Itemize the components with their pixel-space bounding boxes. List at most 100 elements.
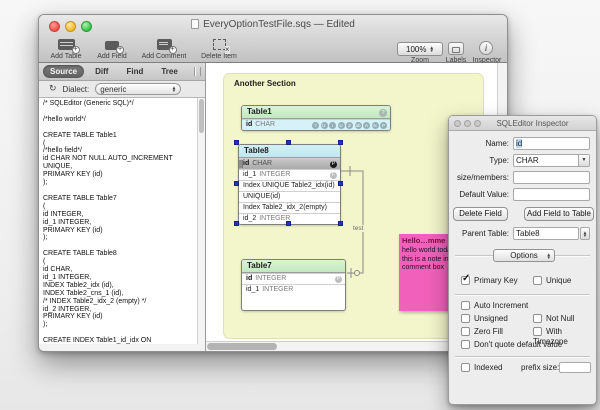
- table8-field-id[interactable]: idCHAR P: [239, 158, 340, 169]
- selection-handle[interactable]: [286, 221, 291, 226]
- checkbox-icon[interactable]: [533, 314, 542, 323]
- default-value-field[interactable]: [513, 188, 590, 201]
- delete-item-button[interactable]: × Delete Item: [195, 37, 243, 63]
- table8-header[interactable]: Table8: [239, 145, 340, 158]
- with-timezone-checkbox[interactable]: With Timezone: [533, 327, 596, 338]
- type-label: Type:: [449, 154, 509, 167]
- table7-header[interactable]: Table7: [242, 260, 345, 273]
- selection-handle[interactable]: [234, 221, 239, 226]
- sql-source-text: /* SQLEditor (Generic SQL)*/ /*hello wor…: [39, 98, 197, 344]
- default-value-label: Default Value:: [449, 188, 509, 201]
- table1-header[interactable]: Table1 ?: [242, 106, 390, 119]
- sql-source-view[interactable]: /* SQLEditor (Generic SQL)*/ /*hello wor…: [39, 98, 197, 344]
- chevron-down-icon[interactable]: ▼: [578, 155, 589, 166]
- selection-handle[interactable]: [234, 140, 239, 145]
- checkbox-icon[interactable]: [461, 327, 470, 336]
- comment-badge: ?: [379, 109, 387, 117]
- size-members-field[interactable]: [513, 171, 590, 184]
- table8-index-row[interactable]: Index UNIQUE Table2_idx(id): [239, 180, 340, 191]
- parent-table-field[interactable]: Table8: [513, 227, 579, 240]
- field-option-badges: ? tz i U Z ab A N P: [312, 122, 387, 129]
- zoom-window-button[interactable]: [81, 21, 92, 32]
- selection-handle[interactable]: [286, 140, 291, 145]
- close-window-button[interactable]: [454, 120, 461, 127]
- zoom-stepper[interactable]: 100% ▲▼: [397, 42, 443, 56]
- selection-handle[interactable]: [338, 181, 343, 186]
- table8-index2-row[interactable]: Index Table2_idx_2(empty): [239, 202, 340, 213]
- add-field-button[interactable]: + Add Field: [91, 37, 133, 63]
- inspector-title: SQLEditor Inspector: [479, 119, 586, 128]
- checkbox-icon[interactable]: [461, 301, 470, 310]
- checkbox-icon[interactable]: [461, 314, 470, 323]
- checkbox-icon[interactable]: [461, 363, 470, 372]
- source-panel: Source Diff Find Tree ↻ Dialect: generic…: [39, 63, 206, 351]
- add-field-to-table-button[interactable]: Add Field to Table: [524, 207, 594, 221]
- table7-field-id[interactable]: idINTEGER P: [242, 273, 345, 284]
- add-comment-button[interactable]: + Add Comment: [137, 37, 191, 63]
- tab-source[interactable]: Source: [43, 65, 84, 78]
- add-field-icon: +: [105, 41, 119, 50]
- source-vertical-scrollbar[interactable]: [197, 98, 205, 344]
- relation-label[interactable]: test: [352, 225, 364, 232]
- table-table7[interactable]: Table7 idINTEGER P id_1INTEGER: [241, 259, 346, 311]
- notnull-badge: N: [372, 122, 379, 129]
- window-header: EveryOptionTestFile.sqs — Edited + Add T…: [39, 15, 507, 63]
- type-combobox[interactable]: CHAR▼: [513, 154, 590, 167]
- name-field[interactable]: id: [513, 137, 590, 150]
- selection-handle[interactable]: [234, 181, 239, 186]
- table-table1[interactable]: Table1 ? idCHAR ? tz i U Z ab A N P: [241, 105, 391, 131]
- refresh-icon[interactable]: ↻: [49, 84, 57, 94]
- dialect-select[interactable]: generic ▲▼: [95, 83, 181, 95]
- scrollbar-thumb[interactable]: [199, 99, 204, 133]
- table8-field-id-1[interactable]: id_1INTEGER F: [239, 169, 340, 180]
- labels-button[interactable]: [448, 42, 464, 55]
- stepper-arrows-icon: ▲▼: [430, 46, 434, 53]
- checkbox-icon[interactable]: [533, 327, 542, 336]
- table7-field-id-1[interactable]: id_1INTEGER: [242, 284, 345, 295]
- not-null-checkbox[interactable]: Not Null: [533, 314, 574, 325]
- add-comment-icon: +: [157, 39, 172, 50]
- indexed-checkbox[interactable]: Indexed: [461, 363, 502, 374]
- inspector-button[interactable]: i: [479, 41, 493, 55]
- name-label: Name:: [449, 137, 509, 150]
- stepper-arrows-icon: ▲▼: [547, 253, 551, 260]
- panel-splitter-grip[interactable]: [194, 67, 201, 76]
- options-popup[interactable]: Options ▲▼: [493, 249, 555, 262]
- delete-field-button[interactable]: Delete Field: [453, 207, 508, 221]
- tab-diff[interactable]: Diff: [88, 65, 115, 78]
- checkbox-icon[interactable]: [461, 276, 470, 285]
- parent-table-stepper[interactable]: ▲▼: [580, 227, 590, 240]
- selection-handle[interactable]: [338, 221, 343, 226]
- window-title: EveryOptionTestFile.sqs — Edited: [109, 19, 437, 30]
- prefix-size-field[interactable]: [559, 362, 591, 373]
- checkbox-icon[interactable]: [461, 340, 470, 349]
- tab-tree[interactable]: Tree: [154, 65, 184, 78]
- close-window-button[interactable]: [49, 21, 60, 32]
- dont-quote-default-checkbox[interactable]: Don't quote default value: [461, 340, 562, 351]
- zero-fill-checkbox[interactable]: Zero Fill: [461, 327, 503, 338]
- comment-badge: ?: [312, 122, 319, 129]
- checkbox-icon[interactable]: [533, 276, 542, 285]
- table-table8[interactable]: Table8 idCHAR P id_1INTEGER F Index UNIQ…: [238, 144, 341, 225]
- selection-handle[interactable]: [338, 140, 343, 145]
- table1-field-id[interactable]: idCHAR ? tz i U Z ab A N P: [242, 119, 390, 130]
- noquote-badge: ab: [355, 122, 362, 129]
- minimize-window-button[interactable]: [464, 120, 471, 127]
- autoincrement-badge: A: [363, 122, 370, 129]
- size-members-label: size/members:: [449, 171, 509, 184]
- inspector-titlebar: SQLEditor Inspector: [449, 116, 596, 131]
- delete-item-icon: ×: [213, 39, 226, 50]
- auto-increment-checkbox[interactable]: Auto Increment: [461, 301, 528, 312]
- tab-find[interactable]: Find: [119, 65, 150, 78]
- table8-unique-row[interactable]: UNIQUE(id): [239, 191, 340, 202]
- unique-checkbox[interactable]: Unique: [533, 276, 571, 287]
- minimize-window-button[interactable]: [65, 21, 76, 32]
- add-table-button[interactable]: + Add Table: [45, 37, 87, 63]
- timezone-badge: tz: [321, 122, 328, 129]
- unsigned-checkbox[interactable]: Unsigned: [461, 314, 508, 325]
- zerofill-badge: Z: [346, 122, 353, 129]
- primary-key-checkbox[interactable]: Primary Key: [461, 276, 518, 287]
- unique-badge: U: [338, 122, 345, 129]
- foreignkey-badge: F: [330, 172, 337, 179]
- scrollbar-thumb[interactable]: [207, 343, 277, 350]
